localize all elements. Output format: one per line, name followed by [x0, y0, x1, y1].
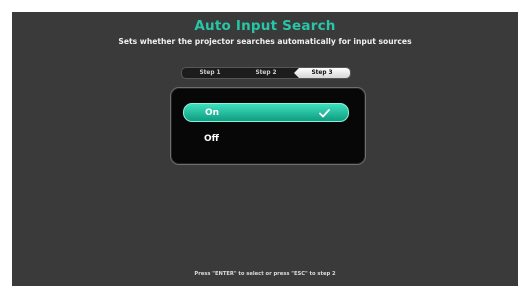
options-panel: On Off	[170, 87, 366, 165]
page-title: Auto Input Search	[194, 18, 336, 34]
checkmark-icon	[319, 109, 330, 118]
step-3-indicator: Step 3	[294, 68, 350, 78]
step-progress-bar: Step 1 Step 2 Step 3	[181, 67, 351, 79]
option-off[interactable]: Off	[183, 130, 349, 149]
step-2-indicator: Step 2	[255, 70, 277, 76]
page-subtitle: Sets whether the projector searches auto…	[118, 37, 412, 46]
option-off-label: Off	[204, 134, 219, 144]
step-1-indicator: Step 1	[199, 70, 221, 76]
option-on-label: On	[205, 108, 220, 118]
option-on[interactable]: On	[183, 103, 349, 122]
footer-hint: Press "ENTER" to select or press "ESC" t…	[194, 271, 336, 277]
